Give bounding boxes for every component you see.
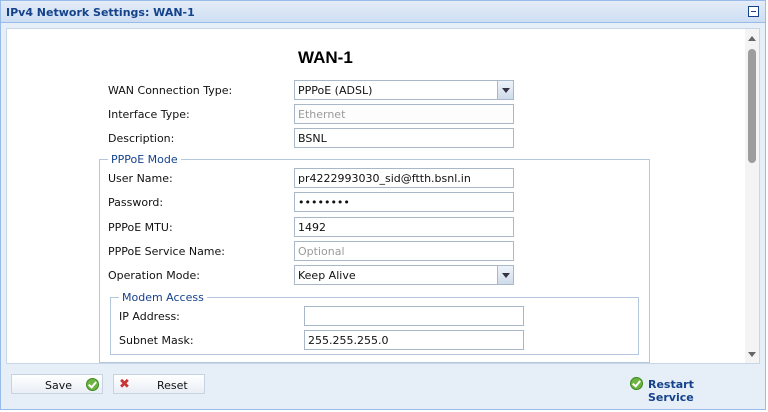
settings-panel: IPv4 Network Settings: WAN-1 WAN-1 WAN C… [0, 0, 766, 410]
collapse-icon[interactable] [748, 6, 759, 17]
scrollbar-thumb[interactable] [748, 49, 756, 163]
ip-address-label: IP Address: [119, 310, 180, 323]
subnet-mask-input[interactable]: 255.255.255.0 [304, 330, 524, 350]
restart-service-button[interactable]: Restart Service [630, 374, 730, 404]
reset-label: Reset [157, 379, 188, 392]
password-label: Password: [108, 196, 164, 209]
save-button[interactable]: Save [11, 374, 103, 394]
chevron-down-icon[interactable] [497, 266, 513, 284]
scroll-down-icon[interactable] [748, 352, 756, 357]
modem-access-legend: Modem Access [119, 291, 207, 304]
panel-title: IPv4 Network Settings: WAN-1 [6, 6, 195, 19]
pppoe-service-name-input[interactable]: Optional [294, 241, 514, 261]
x-icon: ✖ [119, 377, 130, 392]
ip-address-input[interactable] [304, 306, 524, 326]
subnet-mask-label: Subnet Mask: [119, 334, 194, 347]
user-name-label: User Name: [108, 172, 173, 185]
operation-mode-value: Keep Alive [298, 269, 356, 282]
pppoe-mode-legend: PPPoE Mode [108, 153, 181, 166]
restart-service-label: Restart Service [648, 378, 694, 404]
pppoe-mtu-label: PPPoE MTU: [108, 221, 173, 234]
panel-titlebar: IPv4 Network Settings: WAN-1 [1, 1, 765, 23]
operation-mode-label: Operation Mode: [108, 269, 200, 282]
form-body: WAN-1 WAN Connection Type: PPPoE (ADSL) … [6, 28, 760, 364]
save-label: Save [45, 379, 73, 392]
wan-connection-type-label: WAN Connection Type: [108, 84, 233, 97]
chevron-down-icon[interactable] [497, 81, 513, 99]
check-circle-icon [86, 378, 99, 391]
check-circle-icon [630, 377, 643, 390]
user-name-input[interactable]: pr4222993030_sid@ftth.bsnl.in [294, 168, 514, 188]
description-label: Description: [108, 132, 175, 145]
wan-connection-type-select[interactable]: PPPoE (ADSL) [294, 80, 514, 100]
pppoe-mtu-input[interactable]: 1492 [294, 217, 514, 237]
scroll-up-icon[interactable] [748, 36, 756, 41]
description-input[interactable]: BSNL [294, 128, 514, 148]
interface-type-label: Interface Type: [108, 108, 190, 121]
interface-type-field: Ethernet [294, 104, 514, 124]
vertical-scrollbar[interactable] [745, 29, 759, 363]
footer-toolbar: Save ✖ Reset Restart Service [6, 369, 760, 404]
page-title: WAN-1 [298, 48, 353, 67]
password-input[interactable]: •••••••• [294, 192, 514, 212]
operation-mode-select[interactable]: Keep Alive [294, 265, 514, 285]
pppoe-service-name-label: PPPoE Service Name: [108, 245, 225, 258]
wan-connection-type-value: PPPoE (ADSL) [298, 84, 373, 97]
reset-button[interactable]: ✖ Reset [113, 374, 205, 394]
